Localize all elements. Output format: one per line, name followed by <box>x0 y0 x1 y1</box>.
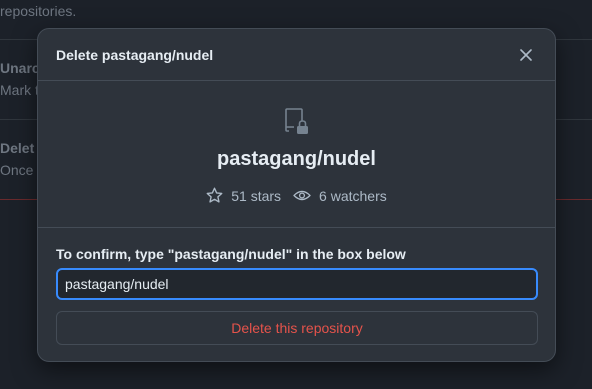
close-button[interactable] <box>515 44 537 66</box>
background-archive-title: Unarc <box>0 60 40 76</box>
repository-name: pastagang/nudel <box>217 148 376 170</box>
settings-page: repositories. Unarc Mark t Delet Once De… <box>0 0 592 389</box>
repo-locked-icon <box>284 108 308 134</box>
watchers-stat: 6 watchers <box>293 187 387 204</box>
repository-summary: pastagang/nudel 51 stars 6 watchers <box>38 81 555 228</box>
background-delete-title: Delet <box>0 140 35 156</box>
background-archive-desc: Mark t <box>0 82 39 98</box>
watchers-count: 6 watchers <box>319 187 387 204</box>
dialog-title: Delete pastagang/nudel <box>56 46 214 63</box>
dialog-header: Delete pastagang/nudel <box>38 29 555 81</box>
delete-repository-dialog: Delete pastagang/nudel pastagang/nudel 5… <box>37 28 556 362</box>
confirm-label: To confirm, type "pastagang/nudel" in th… <box>56 246 406 262</box>
delete-repository-button[interactable]: Delete this repository <box>56 311 538 345</box>
close-icon <box>520 48 532 61</box>
background-intro-text: repositories. <box>0 3 77 19</box>
eye-icon <box>293 190 311 201</box>
star-icon <box>206 187 223 203</box>
repository-stats: 51 stars 6 watchers <box>206 187 387 204</box>
confirmation-form: To confirm, type "pastagang/nudel" in th… <box>38 228 555 345</box>
stars-stat: 51 stars <box>206 187 281 204</box>
background-delete-desc: Once <box>0 162 34 178</box>
stars-count: 51 stars <box>231 187 282 204</box>
confirm-repo-name-input[interactable] <box>56 268 538 300</box>
